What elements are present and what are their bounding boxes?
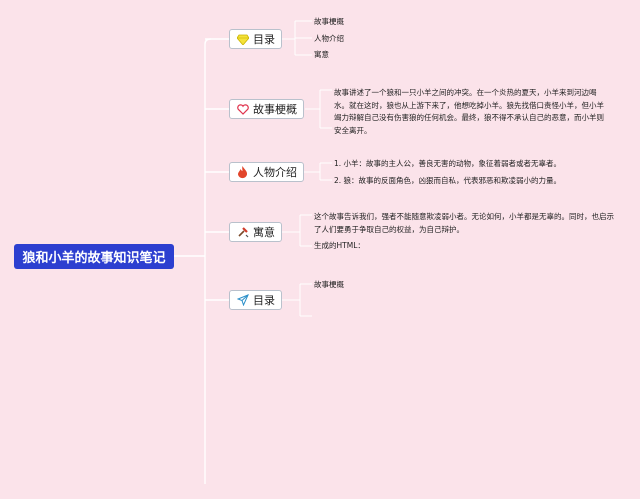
- branch-connector: [204, 38, 212, 45]
- moral-text: 这个故事告诉我们，强者不能随意欺凌弱小者。无论如何，小羊都是无辜的。同时，也启示…: [314, 212, 614, 234]
- tools-icon: [236, 226, 249, 239]
- branch-label: 目录: [253, 294, 275, 307]
- leaf-item: 故事梗概: [314, 17, 344, 26]
- branch-table-of-contents-2[interactable]: 目录: [229, 290, 282, 310]
- heart-icon: [236, 103, 249, 116]
- leaf-item: 人物介绍: [314, 34, 344, 43]
- gem-icon: [236, 33, 249, 46]
- paper-plane-icon: [236, 294, 249, 307]
- character-item: 1. 小羊：故事的主人公，善良无害的动物，象征着弱者或者无辜者。: [334, 159, 562, 168]
- moral-extra: 生成的HTML：: [314, 241, 365, 250]
- summary-text: 故事讲述了一个狼和一只小羊之间的冲突。在一个炎热的夏天，小羊来到河边喝水。就在这…: [334, 88, 604, 135]
- branch-characters[interactable]: 人物介绍: [229, 162, 304, 182]
- branch-label: 目录: [253, 33, 275, 46]
- leaf-item: 故事梗概: [314, 280, 344, 289]
- root-topic[interactable]: 狼和小羊的故事知识笔记: [14, 244, 174, 269]
- branch-table-of-contents[interactable]: 目录: [229, 29, 282, 49]
- leaf-item: 寓意: [314, 50, 329, 59]
- branch-moral[interactable]: 寓意: [229, 222, 282, 242]
- character-item: 2. 狼：故事的反面角色，凶狠而自私，代表邪恶和欺凌弱小的力量。: [334, 176, 562, 185]
- branch-story-summary[interactable]: 故事梗概: [229, 99, 304, 119]
- branch-label: 人物介绍: [253, 166, 297, 179]
- branch-label: 寓意: [253, 226, 275, 239]
- root-title: 狼和小羊的故事知识笔记: [22, 251, 166, 266]
- flame-icon: [236, 165, 249, 179]
- branch-label: 故事梗概: [253, 103, 297, 116]
